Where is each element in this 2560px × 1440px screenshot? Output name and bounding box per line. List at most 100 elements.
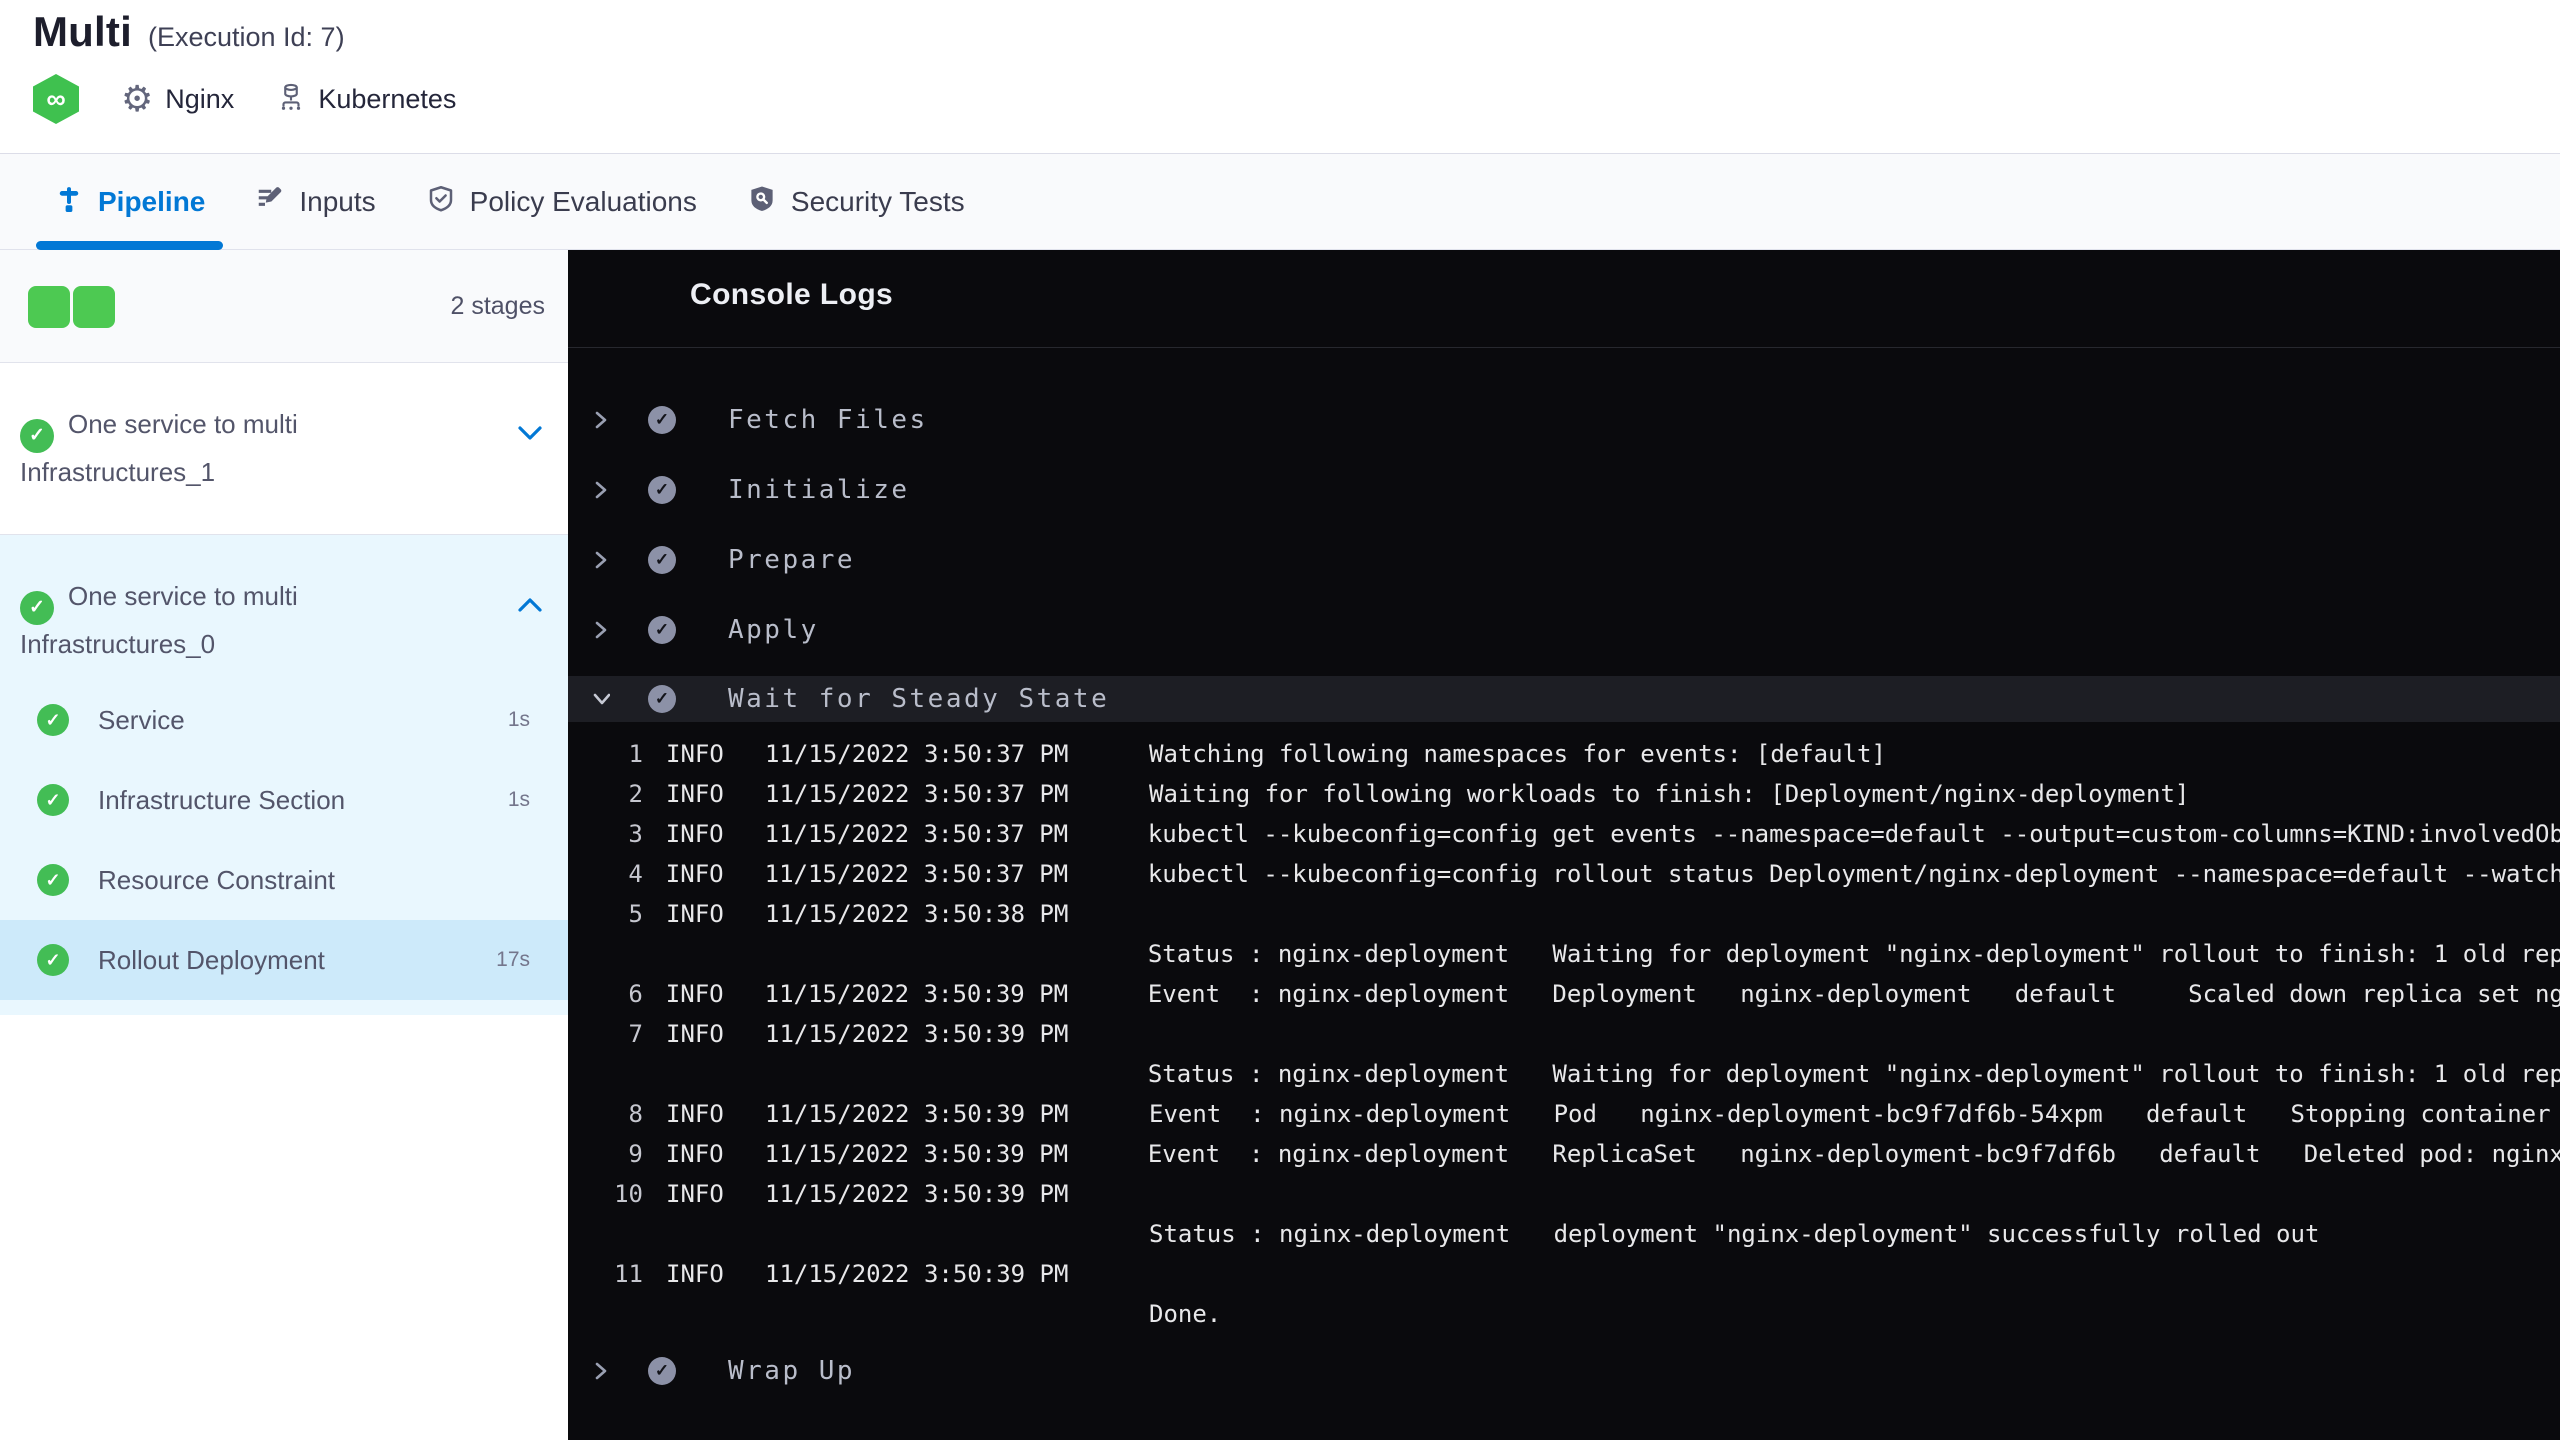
log-timestamp: 11/15/2022 3:50:37 PM — [764, 860, 1069, 888]
log-message: kubectl --kubeconfig=config rollout stat… — [1147, 860, 2560, 888]
service-chip-nginx[interactable]: ⚙ Nginx — [121, 81, 234, 117]
log-line-number: 1 — [628, 740, 643, 768]
tab-label: Security Tests — [790, 185, 965, 217]
log-line: 10 INFO 11/15/2022 3:50:39 PM — [568, 1174, 2560, 1214]
step-duration: 1s — [507, 708, 530, 731]
inputs-icon — [255, 184, 285, 219]
console-logs-title: Console Logs — [690, 278, 894, 311]
step-label: Resource Constraint — [98, 864, 335, 895]
pipeline-icon — [54, 184, 84, 219]
console-step-wrap-up[interactable]: ✓ Wrap Up — [568, 1348, 2560, 1394]
console-step-label: Apply — [728, 615, 819, 645]
success-check-icon: ✓ — [37, 784, 69, 816]
step-row-rollout-deployment[interactable]: ✓ Rollout Deployment 17s — [0, 920, 568, 1000]
step-label: Infrastructure Section — [98, 784, 346, 815]
log-timestamp: 11/15/2022 3:50:37 PM — [765, 740, 1069, 768]
log-line-number: 3 — [628, 820, 643, 848]
tab-label: Inputs — [299, 185, 376, 217]
tab-pipeline[interactable]: Pipeline — [36, 154, 224, 250]
console-logs-panel: Console Logs ✓ Fetch Files ✓ Initialize … — [568, 250, 2560, 1440]
success-check-icon: ✓ — [37, 704, 69, 736]
console-divider — [568, 347, 2560, 348]
console-step-label: Prepare — [728, 545, 856, 575]
log-timestamp: 11/15/2022 3:50:39 PM — [765, 1260, 1069, 1288]
log-timestamp: 11/15/2022 3:50:37 PM — [765, 780, 1069, 808]
step-label: Rollout Deployment — [98, 944, 325, 975]
chevron-right-icon[interactable] — [592, 409, 610, 431]
log-timestamp: 11/15/2022 3:50:39 PM — [765, 1020, 1069, 1048]
chevron-right-icon[interactable] — [592, 619, 610, 641]
step-row-infrastructure-section[interactable]: ✓ Infrastructure Section 1s — [0, 760, 568, 840]
log-message: Event : nginx-deployment Deployment ngin… — [1147, 980, 2560, 1008]
log-message: Status : nginx-deployment Waiting for de… — [1147, 1060, 2560, 1088]
stages-summary: 2 stages — [0, 250, 568, 363]
infrastructure-chip-kubernetes[interactable]: Kubernetes — [276, 81, 456, 118]
step-success-icon: ✓ — [648, 616, 676, 644]
chevron-up-icon[interactable] — [517, 597, 543, 618]
log-line: Status : nginx-deployment Waiting for de… — [568, 934, 2560, 974]
stage-status-square[interactable] — [28, 286, 70, 328]
console-step-prepare[interactable]: ✓ Prepare — [568, 537, 2560, 583]
active-tab-underline — [36, 240, 224, 250]
log-line-number: 11 — [614, 1260, 643, 1288]
services-row: ∞ ⚙ Nginx Kubernetes — [33, 74, 456, 124]
log-line-number: 5 — [628, 900, 643, 928]
log-line: 11 INFO 11/15/2022 3:50:39 PM — [568, 1254, 2560, 1294]
log-lines: 1 INFO 11/15/2022 3:50:37 PM Watching fo… — [568, 734, 2560, 1334]
harness-cd-icon: ∞ — [33, 74, 79, 124]
chevron-right-icon[interactable] — [592, 1360, 610, 1382]
tab-label: Policy Evaluations — [469, 185, 697, 217]
log-timestamp: 11/15/2022 3:50:38 PM — [765, 900, 1069, 928]
stage-status-square[interactable] — [73, 286, 115, 328]
log-level: INFO — [666, 1100, 724, 1128]
step-duration: 17s — [496, 948, 530, 971]
tab-security-tests[interactable]: Security Tests — [747, 154, 965, 250]
execution-id: (Execution Id: 7) — [147, 22, 345, 52]
log-timestamp: 11/15/2022 3:50:37 PM — [764, 820, 1069, 848]
console-step-fetch-files[interactable]: ✓ Fetch Files — [568, 397, 2560, 443]
log-line: 4 INFO 11/15/2022 3:50:37 PM kubectl --k… — [568, 854, 2560, 894]
tab-policy-evaluations[interactable]: Policy Evaluations — [426, 154, 697, 250]
log-timestamp: 11/15/2022 3:50:39 PM — [765, 1180, 1069, 1208]
chevron-down-icon[interactable] — [592, 692, 610, 706]
log-line: 1 INFO 11/15/2022 3:50:37 PM Watching fo… — [568, 734, 2560, 774]
log-message: Done. — [1149, 1300, 1222, 1328]
step-row-resource-constraint[interactable]: ✓ Resource Constraint — [0, 840, 568, 920]
console-step-wait-for-steady-state[interactable]: ✓ Wait for Steady State — [568, 676, 2560, 722]
console-step-label: Initialize — [728, 475, 910, 505]
step-row-service[interactable]: ✓ Service 1s — [0, 680, 568, 760]
security-shield-icon — [747, 184, 777, 219]
log-message: Watching following namespaces for events… — [1149, 740, 1886, 768]
log-timestamp: 11/15/2022 3:50:39 PM — [765, 1100, 1069, 1128]
stage-label-wrap: ✓ One service to multi Infrastructures_0 — [20, 577, 500, 663]
log-line: Done. — [568, 1294, 2560, 1334]
log-line: 8 INFO 11/15/2022 3:50:39 PM Event : ngi… — [568, 1094, 2560, 1134]
step-success-icon: ✓ — [648, 406, 676, 434]
log-timestamp: 11/15/2022 3:50:39 PM — [764, 980, 1069, 1008]
console-step-initialize[interactable]: ✓ Initialize — [568, 467, 2560, 513]
chevron-right-icon[interactable] — [592, 549, 610, 571]
log-message: Status : nginx-deployment Waiting for de… — [1147, 940, 2560, 968]
step-label: Service — [98, 704, 185, 735]
log-message: kubectl --kubeconfig=config get events -… — [1147, 820, 2560, 848]
stage-item-infrastructures-1[interactable]: ✓ One service to multi Infrastructures_1 — [0, 363, 568, 535]
console-step-apply[interactable]: ✓ Apply — [568, 607, 2560, 653]
log-line: 2 INFO 11/15/2022 3:50:37 PM Waiting for… — [568, 774, 2560, 814]
stage-item-infrastructures-0[interactable]: ✓ One service to multi Infrastructures_0 … — [0, 535, 568, 1015]
log-level: INFO — [665, 860, 724, 888]
log-line: 7 INFO 11/15/2022 3:50:39 PM — [568, 1014, 2560, 1054]
log-line: Status : nginx-deployment Waiting for de… — [568, 1054, 2560, 1094]
gear-icon: ⚙ — [121, 78, 154, 119]
infrastructure-icon — [276, 81, 318, 118]
stage-steps-list: ✓ Service 1s ✓ Infrastructure Section 1s… — [0, 680, 568, 1000]
log-level: INFO — [666, 740, 724, 768]
log-line: 6 INFO 11/15/2022 3:50:39 PM Event : ngi… — [568, 974, 2560, 1014]
chevron-down-icon[interactable] — [517, 425, 543, 446]
log-message: Event : nginx-deployment Pod nginx-deplo… — [1149, 1100, 2551, 1128]
log-message: Event : nginx-deployment ReplicaSet ngin… — [1147, 1140, 2560, 1168]
step-success-icon: ✓ — [648, 1357, 676, 1385]
log-line-number: 2 — [628, 780, 643, 808]
tab-inputs[interactable]: Inputs — [255, 154, 376, 250]
chevron-right-icon[interactable] — [592, 479, 610, 501]
title-row: Multi (Execution Id: 7) — [33, 8, 345, 56]
